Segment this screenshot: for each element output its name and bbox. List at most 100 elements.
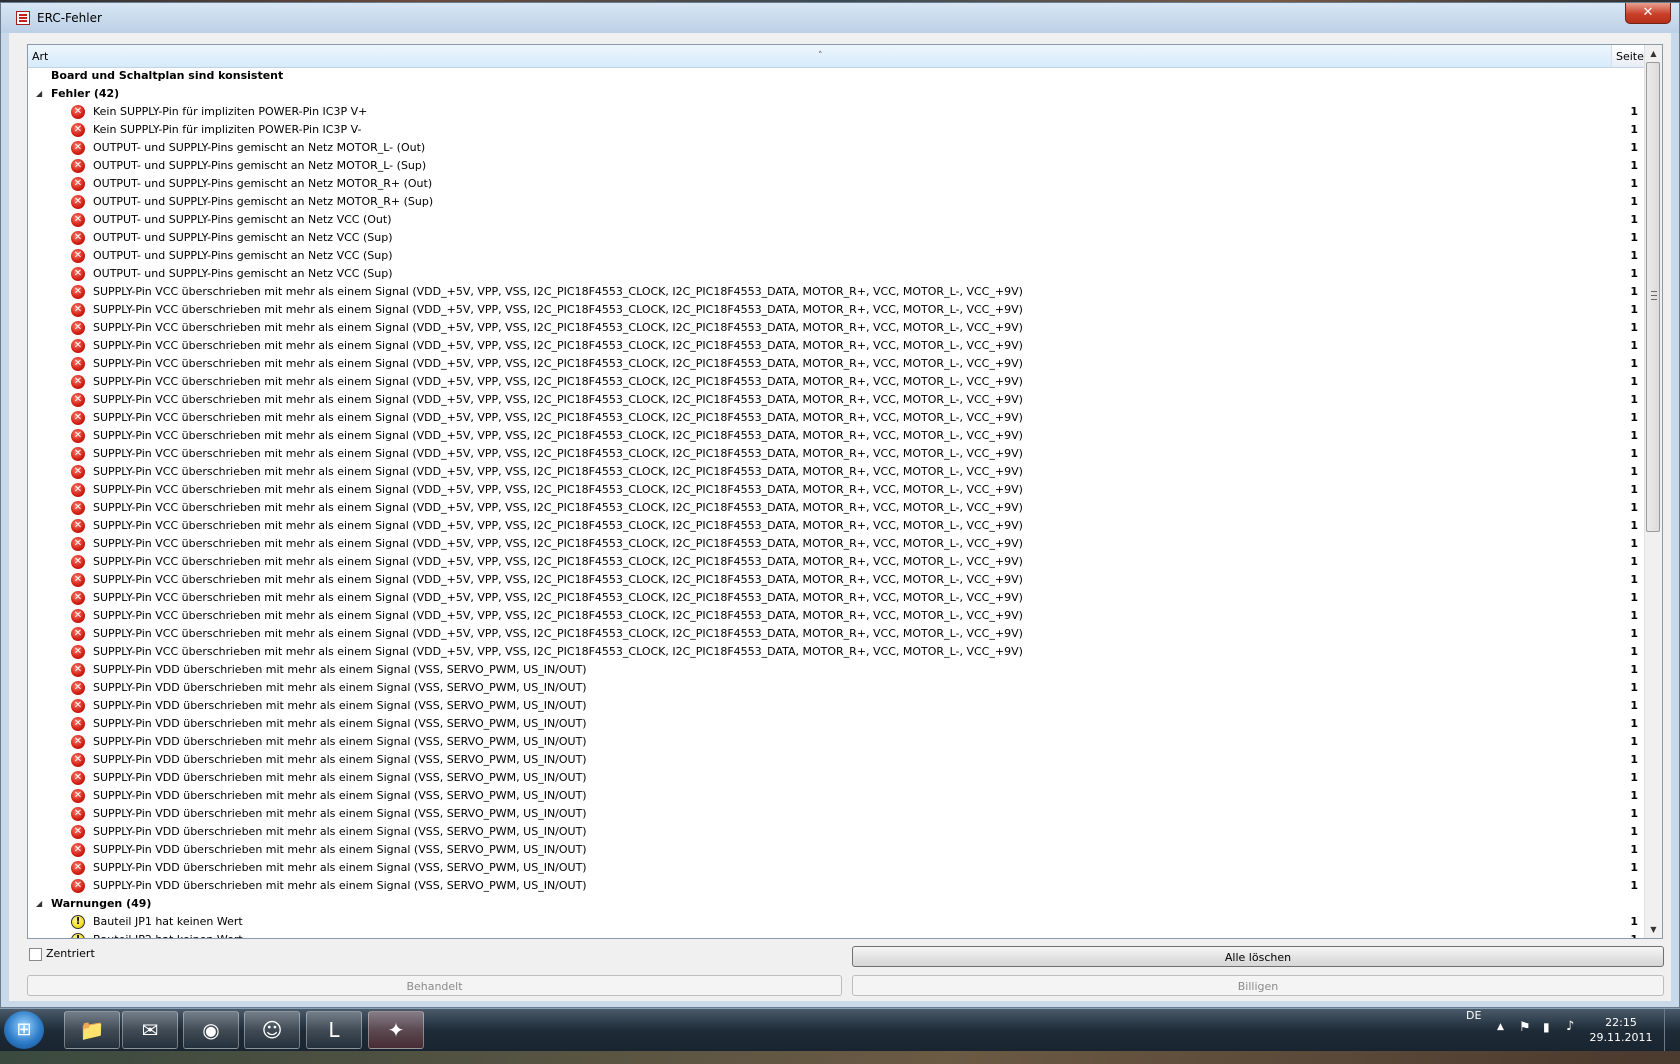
row-page: 1 — [1630, 267, 1638, 280]
list-item[interactable]: ✕ SUPPLY-Pin VCC überschrieben mit mehr a… — [28, 337, 1645, 355]
list-item[interactable]: ✕ SUPPLY-Pin VDD überschrieben mit mehr a… — [28, 679, 1645, 697]
list-item[interactable]: ✕ SUPPLY-Pin VCC überschrieben mit mehr a… — [28, 445, 1645, 463]
language-indicator[interactable]: DE — [1466, 1009, 1481, 1051]
network-icon[interactable]: ▮ — [1543, 1020, 1550, 1062]
list-item[interactable]: ✕ OUTPUT- und SUPPLY-Pins gemischt an Net… — [28, 211, 1645, 229]
list-item[interactable]: ✕ OUTPUT- und SUPPLY-Pins gemischt an Net… — [28, 229, 1645, 247]
list-item[interactable]: ! Bauteil JP2 hat keinen Wert 1 — [28, 931, 1645, 938]
list-item[interactable]: ✕ SUPPLY-Pin VDD überschrieben mit mehr a… — [28, 805, 1645, 823]
alle-loeschen-button[interactable]: Alle löschen — [852, 946, 1664, 967]
list-item[interactable]: ✕ SUPPLY-Pin VCC überschrieben mit mehr a… — [28, 391, 1645, 409]
list-item[interactable]: ✕ SUPPLY-Pin VDD überschrieben mit mehr a… — [28, 715, 1645, 733]
row-text: SUPPLY-Pin VCC überschrieben mit mehr al… — [93, 447, 1023, 460]
list-item[interactable]: ✕ OUTPUT- und SUPPLY-Pins gemischt an Net… — [28, 139, 1645, 157]
show-desktop-button[interactable] — [1664, 1009, 1680, 1051]
list-item[interactable]: ✕ SUPPLY-Pin VCC überschrieben mit mehr a… — [28, 283, 1645, 301]
row-text: SUPPLY-Pin VDD überschrieben mit mehr al… — [93, 879, 587, 892]
list-item[interactable]: ✕ SUPPLY-Pin VCC überschrieben mit mehr a… — [28, 463, 1645, 481]
scroll-thumb[interactable] — [1646, 62, 1660, 532]
row-text: SUPPLY-Pin VDD überschrieben mit mehr al… — [93, 825, 587, 838]
list-item[interactable]: ✕ SUPPLY-Pin VCC überschrieben mit mehr a… — [28, 625, 1645, 643]
column-header-art[interactable]: Art ˄ — [28, 45, 1612, 67]
list-item[interactable]: ✕ OUTPUT- und SUPPLY-Pins gemischt an Net… — [28, 157, 1645, 175]
row-text: SUPPLY-Pin VDD überschrieben mit mehr al… — [93, 717, 587, 730]
list-item[interactable]: ✕ OUTPUT- und SUPPLY-Pins gemischt an Net… — [28, 193, 1645, 211]
row-page: 1 — [1630, 789, 1638, 802]
row-text: SUPPLY-Pin VCC überschrieben mit mehr al… — [93, 375, 1023, 388]
volume-icon[interactable]: ♪ — [1566, 1019, 1574, 1061]
error-icon: ✕ — [71, 789, 85, 803]
list-item[interactable]: ✕ SUPPLY-Pin VCC überschrieben mit mehr a… — [28, 481, 1645, 499]
list-item[interactable]: ✕ SUPPLY-Pin VDD überschrieben mit mehr a… — [28, 877, 1645, 895]
list-header: Art ˄ Seite — [28, 45, 1645, 68]
list-item[interactable]: ✕ SUPPLY-Pin VDD überschrieben mit mehr a… — [28, 859, 1645, 877]
error-icon: ✕ — [71, 267, 85, 281]
list-item[interactable]: ✕ SUPPLY-Pin VDD überschrieben mit mehr a… — [28, 733, 1645, 751]
taskbar-item-explorer[interactable]: 📁 — [64, 1011, 120, 1049]
taskbar-item-league[interactable]: L — [306, 1011, 362, 1049]
scroll-up-icon[interactable]: ▲ — [1645, 45, 1662, 62]
row-page: 1 — [1630, 681, 1638, 694]
list-item[interactable]: ✕ SUPPLY-Pin VCC überschrieben mit mehr a… — [28, 409, 1645, 427]
row-text: Fehler (42) — [51, 87, 120, 100]
list-item[interactable]: ✕ SUPPLY-Pin VCC überschrieben mit mehr a… — [28, 517, 1645, 535]
title-bar[interactable]: ERC-Fehler ✕ — [1, 3, 1679, 33]
row-page: 1 — [1630, 357, 1638, 370]
list-item[interactable]: ✕ OUTPUT- und SUPPLY-Pins gemischt an Net… — [28, 175, 1645, 193]
column-header-seite[interactable]: Seite — [1616, 45, 1645, 67]
list-item[interactable]: ✕ SUPPLY-Pin VCC überschrieben mit mehr a… — [28, 553, 1645, 571]
close-button[interactable]: ✕ — [1625, 3, 1671, 24]
list-item[interactable]: ✕ SUPPLY-Pin VCC überschrieben mit mehr a… — [28, 571, 1645, 589]
taskbar-item-thunderbird[interactable]: ✉ — [122, 1011, 178, 1049]
flag-icon[interactable]: ⚑ — [1519, 1020, 1531, 1062]
list-item[interactable]: ✕ SUPPLY-Pin VDD überschrieben mit mehr a… — [28, 769, 1645, 787]
list-item[interactable]: ✕ SUPPLY-Pin VCC überschrieben mit mehr a… — [28, 643, 1645, 661]
list-item[interactable]: ✕ SUPPLY-Pin VDD überschrieben mit mehr a… — [28, 751, 1645, 769]
row-page: 1 — [1630, 879, 1638, 892]
list-item[interactable]: ✕ SUPPLY-Pin VCC überschrieben mit mehr a… — [28, 355, 1645, 373]
list-item[interactable]: ✕ SUPPLY-Pin VCC überschrieben mit mehr a… — [28, 589, 1645, 607]
list-item[interactable]: ✕ OUTPUT- und SUPPLY-Pins gemischt an Net… — [28, 247, 1645, 265]
error-icon: ✕ — [71, 771, 85, 785]
list-item[interactable]: ✕ SUPPLY-Pin VDD überschrieben mit mehr a… — [28, 787, 1645, 805]
list-item[interactable]: ! Bauteil JP1 hat keinen Wert 1 — [28, 913, 1645, 931]
error-icon: ✕ — [71, 321, 85, 335]
list-item[interactable]: ✕ SUPPLY-Pin VDD überschrieben mit mehr a… — [28, 841, 1645, 859]
billigen-button[interactable]: Billigen — [852, 975, 1664, 996]
taskbar-item-firefox[interactable]: ◉ — [183, 1011, 239, 1049]
list-item[interactable]: ✕ SUPPLY-Pin VCC überschrieben mit mehr a… — [28, 535, 1645, 553]
start-button[interactable]: ⊞ — [4, 1011, 44, 1049]
group-row[interactable]: ◢ Fehler (42) — [28, 85, 1645, 103]
collapse-triangle-icon[interactable]: ◢ — [36, 85, 42, 103]
list-item[interactable]: ✕ SUPPLY-Pin VCC überschrieben mit mehr a… — [28, 607, 1645, 625]
list-item[interactable]: ✕ SUPPLY-Pin VDD überschrieben mit mehr a… — [28, 823, 1645, 841]
row-page: 1 — [1630, 591, 1638, 604]
error-icon: ✕ — [71, 717, 85, 731]
list-item[interactable]: ✕ OUTPUT- und SUPPLY-Pins gemischt an Net… — [28, 265, 1645, 283]
list-item[interactable]: ✕ Kein SUPPLY-Pin für impliziten POWER-Pi… — [28, 103, 1645, 121]
list-item[interactable]: ✕ SUPPLY-Pin VDD überschrieben mit mehr a… — [28, 661, 1645, 679]
list-rows: Board und Schaltplan sind konsistent ◢ Feh… — [28, 67, 1645, 938]
list-item[interactable]: ✕ SUPPLY-Pin VDD überschrieben mit mehr a… — [28, 697, 1645, 715]
taskbar-item-eagle[interactable]: ✦ — [368, 1011, 424, 1049]
collapse-triangle-icon[interactable]: ◢ — [36, 895, 42, 913]
status-row[interactable]: Board und Schaltplan sind konsistent — [28, 67, 1645, 85]
erc-list[interactable]: Art ˄ Seite Board und Schaltplan sind ko… — [27, 44, 1663, 939]
behandelt-button[interactable]: Behandelt — [27, 975, 842, 996]
vertical-scrollbar[interactable]: ▲ ▼ — [1644, 45, 1662, 938]
scroll-down-icon[interactable]: ▼ — [1645, 921, 1662, 938]
clock[interactable]: 22:15 29.11.2011 — [1586, 1015, 1656, 1045]
zentriert-checkbox[interactable] — [29, 948, 42, 961]
tray-arrow-icon[interactable]: ▲ — [1497, 1022, 1504, 1064]
error-icon: ✕ — [71, 573, 85, 587]
list-item[interactable]: ✕ Kein SUPPLY-Pin für impliziten POWER-Pi… — [28, 121, 1645, 139]
row-page: 1 — [1630, 699, 1638, 712]
list-item[interactable]: ✕ SUPPLY-Pin VCC überschrieben mit mehr a… — [28, 373, 1645, 391]
app-icon — [16, 11, 30, 25]
list-item[interactable]: ✕ SUPPLY-Pin VCC überschrieben mit mehr a… — [28, 301, 1645, 319]
list-item[interactable]: ✕ SUPPLY-Pin VCC überschrieben mit mehr a… — [28, 427, 1645, 445]
list-item[interactable]: ✕ SUPPLY-Pin VCC überschrieben mit mehr a… — [28, 499, 1645, 517]
taskbar-item-pidgin[interactable]: ☺ — [244, 1011, 300, 1049]
list-item[interactable]: ✕ SUPPLY-Pin VCC überschrieben mit mehr a… — [28, 319, 1645, 337]
group-row[interactable]: ◢ Warnungen (49) — [28, 895, 1645, 913]
